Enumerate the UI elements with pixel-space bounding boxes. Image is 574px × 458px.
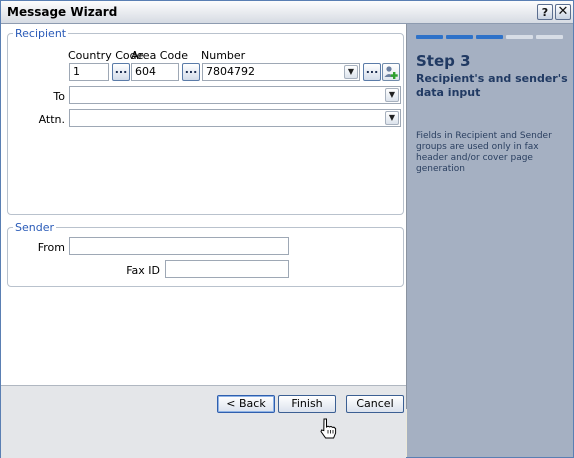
step-description: Fields in Recipient and Sender groups ar… bbox=[416, 131, 552, 174]
number-label: Number bbox=[201, 49, 246, 62]
to-label: To bbox=[53, 90, 65, 103]
fax-id-input[interactable] bbox=[165, 260, 289, 278]
progress-segment bbox=[506, 35, 533, 39]
progress-segment bbox=[416, 35, 443, 39]
area-code-input[interactable]: 604 bbox=[131, 63, 179, 81]
progress-segment bbox=[536, 35, 563, 39]
from-input[interactable] bbox=[69, 237, 289, 255]
progress-segment bbox=[476, 35, 503, 39]
progress-segment bbox=[446, 35, 473, 39]
recipient-group: Recipient Country Code Area Code Number … bbox=[7, 27, 404, 215]
chevron-down-icon[interactable]: ▼ bbox=[385, 111, 399, 125]
window-title: Message Wizard bbox=[7, 5, 118, 19]
add-contact-button[interactable] bbox=[382, 63, 400, 81]
wizard-content: Recipient Country Code Area Code Number … bbox=[1, 24, 407, 409]
to-combo[interactable]: ▼ bbox=[69, 86, 401, 104]
sender-group-title: Sender bbox=[13, 221, 56, 234]
hand-pointer-icon bbox=[320, 418, 337, 439]
close-button[interactable]: ✕ bbox=[555, 4, 571, 20]
area-code-label: Area Code bbox=[131, 49, 188, 62]
cancel-button[interactable]: Cancel bbox=[346, 395, 404, 413]
chevron-down-icon[interactable]: ▼ bbox=[385, 88, 399, 102]
sender-group: Sender From Fax ID bbox=[7, 221, 404, 287]
country-code-input[interactable]: 1 bbox=[69, 63, 109, 81]
number-value: 7804792 bbox=[206, 65, 255, 78]
step-progress-bar bbox=[416, 35, 566, 39]
step-subtitle: Recipient's and sender's data input bbox=[416, 72, 568, 99]
from-label: From bbox=[37, 241, 65, 254]
number-browse-button[interactable]: ... bbox=[363, 63, 381, 81]
button-bar: < Back Finish Cancel bbox=[1, 385, 406, 458]
step-info-panel: Step 3 Recipient's and sender's data inp… bbox=[407, 24, 573, 457]
help-button[interactable]: ? bbox=[537, 4, 553, 20]
attn-combo[interactable]: ▼ bbox=[69, 109, 401, 127]
country-code-browse-button[interactable]: ... bbox=[112, 63, 130, 81]
step-title: Step 3 bbox=[416, 52, 471, 70]
back-button[interactable]: < Back bbox=[217, 395, 275, 413]
message-wizard-window: Message Wizard ? ✕ Recipient Country Cod… bbox=[0, 0, 574, 458]
add-contact-icon bbox=[384, 66, 398, 79]
attn-label: Attn. bbox=[38, 113, 65, 126]
number-combo[interactable]: 7804792 ▼ bbox=[202, 63, 360, 81]
area-code-browse-button[interactable]: ... bbox=[182, 63, 200, 81]
chevron-down-icon[interactable]: ▼ bbox=[344, 65, 358, 79]
finish-button[interactable]: Finish bbox=[278, 395, 336, 413]
fax-id-label: Fax ID bbox=[126, 264, 160, 277]
title-bar: Message Wizard ? ✕ bbox=[1, 1, 573, 24]
recipient-group-title: Recipient bbox=[13, 27, 69, 40]
